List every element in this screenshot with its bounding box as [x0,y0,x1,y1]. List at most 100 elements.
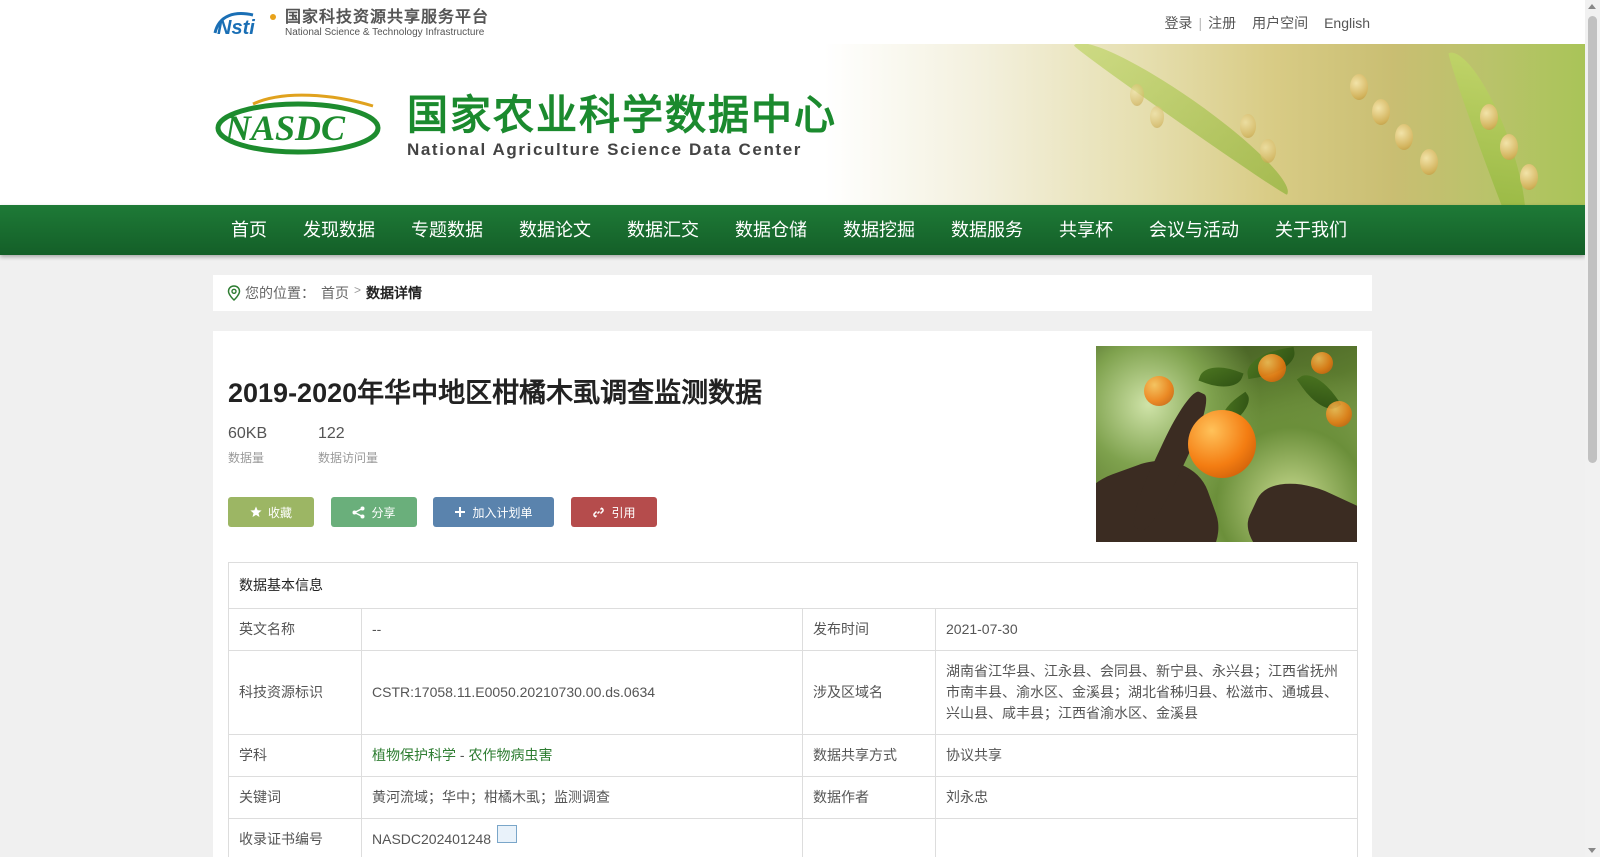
login-link[interactable]: 登录 [1164,13,1192,33]
nasdc-logo-icon[interactable]: NASDC [213,92,383,158]
table-row: 学科 植物保护科学 - 农作物病虫害 数据共享方式 协议共享 [228,734,1358,777]
stat-visits-value: 122 [318,425,345,442]
link-icon [593,506,605,518]
stat-visits-label: 数据访问量 [318,451,379,465]
nav-item-cup[interactable]: 共享杯 [1041,205,1131,255]
table-row: 科技资源标识 CSTR:17058.11.E0050.20210730.00.d… [228,650,1358,735]
scrollbar-thumb[interactable] [1588,16,1597,463]
english-link[interactable]: English [1324,15,1370,31]
breadcrumb-home-link[interactable]: 首页 [321,283,349,303]
rice-grain-decoration [1500,134,1518,160]
rice-grain-decoration [1480,104,1498,130]
breadcrumb: 您的位置： 首页 > 数据详情 [213,275,1372,311]
rice-leaf-decoration [1072,44,1301,197]
table-row: 收录证书编号 NASDC202401248 [228,818,1358,857]
plus-icon [455,507,466,517]
scroll-up-icon[interactable] [1588,4,1596,9]
favorite-label: 收藏 [267,505,292,520]
label-resource-id: 科技资源标识 [228,650,362,735]
subject-link-primary[interactable]: 植物保护科学 [372,747,456,763]
nav-item-papers[interactable]: 数据论文 [501,205,609,255]
rice-grain-decoration [1350,74,1368,100]
breadcrumb-prefix: 您的位置： [245,285,315,301]
label-keywords: 关键词 [228,776,362,819]
dataset-detail-card: 2019-2020年华中地区柑橘木虱调查监测数据 60KB 数据量 122 数据… [213,331,1372,857]
breadcrumb-chevron-icon: > [354,283,362,297]
nav-item-submit[interactable]: 数据汇交 [609,205,717,255]
nav-item-discover[interactable]: 发现数据 [285,205,393,255]
share-button[interactable]: 分享 [331,497,417,527]
value-english-name: -- [361,608,803,651]
nav-item-home[interactable]: 首页 [213,205,285,255]
table-row: 英文名称 -- 发布时间 2021-07-30 [228,608,1358,651]
nav-item-events[interactable]: 会议与活动 [1131,205,1257,255]
stat-size: 60KB 数据量 [228,425,267,466]
nav-item-mining[interactable]: 数据挖掘 [825,205,933,255]
nav-item-services[interactable]: 数据服务 [933,205,1041,255]
rice-grain-decoration [1130,84,1144,106]
cite-button[interactable]: 引用 [571,497,657,527]
scroll-down-icon[interactable] [1588,848,1596,853]
nsti-logo-icon: Nsti [213,9,279,37]
table-row: 关键词 黄河流域；华中；柑橘木虱；监测调查 数据作者 刘永忠 [228,776,1358,819]
stat-visits: 122 数据访问量 [318,425,378,466]
nsti-name-en: National Science & Technology Infrastruc… [285,26,485,38]
favorite-button[interactable]: 收藏 [228,497,314,527]
rice-grain-decoration [1372,99,1390,125]
cite-label: 引用 [611,505,636,520]
site-title-cn: 国家农业科学数据中心 [407,92,837,138]
nav-item-repository[interactable]: 数据仓储 [717,205,825,255]
value-resource-id: CSTR:17058.11.E0050.20210730.00.ds.0634 [361,650,803,735]
top-links: 登录 | 注册 用户空间 English [1164,13,1370,33]
dataset-title: 2019-2020年华中地区柑橘木虱调查监测数据 [228,378,763,408]
user-space-link[interactable]: 用户空间 [1252,13,1308,33]
svg-text:NASDC: NASDC [224,108,346,148]
rice-grain-decoration [1395,124,1413,150]
label-empty [802,818,936,857]
site-title-en: National Agriculture Science Data Center [407,140,802,159]
label-certificate: 收录证书编号 [228,818,362,857]
register-link[interactable]: 注册 [1208,13,1236,33]
top-bar: Nsti 国家科技资源共享服务平台 National Science & Tec… [0,0,1585,44]
header-banner: NASDC 国家农业科学数据中心 National Agriculture Sc… [0,44,1585,205]
nav-item-topics[interactable]: 专题数据 [393,205,501,255]
add-to-plan-label: 加入计划单 [472,505,533,520]
rice-grain-decoration [1150,106,1164,128]
label-publish-date: 发布时间 [802,608,936,651]
add-to-plan-button[interactable]: 加入计划单 [433,497,554,527]
certificate-number: NASDC202401248 [372,831,492,847]
rice-grain-decoration [1420,149,1438,175]
location-pin-icon [227,285,241,301]
page-scrollbar[interactable] [1585,0,1600,857]
label-share-mode: 数据共享方式 [802,734,936,777]
value-empty [935,818,1358,857]
nav-item-about[interactable]: 关于我们 [1257,205,1365,255]
rice-grain-decoration [1260,139,1276,163]
certificate-icon[interactable] [497,825,518,844]
rice-grain-decoration [1520,164,1538,190]
value-publish-date: 2021-07-30 [935,608,1358,651]
stat-size-label: 数据量 [228,451,265,465]
label-english-name: 英文名称 [228,608,362,651]
basic-info-table: 数据基本信息 英文名称 -- 发布时间 2021-07-30 科技资源标识 CS… [228,562,1358,857]
stat-size-value: 60KB [228,425,268,442]
value-author: 刘永忠 [935,776,1358,819]
subject-separator: - [456,747,469,763]
value-share-mode: 协议共享 [935,734,1358,777]
link-divider: | [1198,15,1203,31]
value-region: 湖南省江华县、江永县、会同县、新宁县、永兴县；江西省抚州市南丰县、渝水区、金溪县… [935,650,1358,735]
value-keywords: 黄河流域；华中；柑橘木虱；监测调查 [361,776,803,819]
main-nav: 首页 发现数据 专题数据 数据论文 数据汇交 数据仓储 数据挖掘 数据服务 共享… [0,205,1585,255]
star-icon [250,506,262,517]
nsti-name-cn: 国家科技资源共享服务平台 [285,8,490,26]
value-certificate: NASDC202401248 [361,818,803,857]
breadcrumb-current: 数据详情 [366,285,423,301]
label-region: 涉及区域名 [802,650,936,735]
share-label: 分享 [371,505,396,520]
nsti-logo[interactable]: Nsti 国家科技资源共享服务平台 National Science & Tec… [213,8,489,38]
subject-link-secondary[interactable]: 农作物病虫害 [468,747,552,763]
rice-grain-decoration [1240,114,1256,138]
dataset-cover-image [1096,346,1357,542]
svg-text:Nsti: Nsti [217,17,255,37]
basic-info-header: 数据基本信息 [228,562,1358,609]
